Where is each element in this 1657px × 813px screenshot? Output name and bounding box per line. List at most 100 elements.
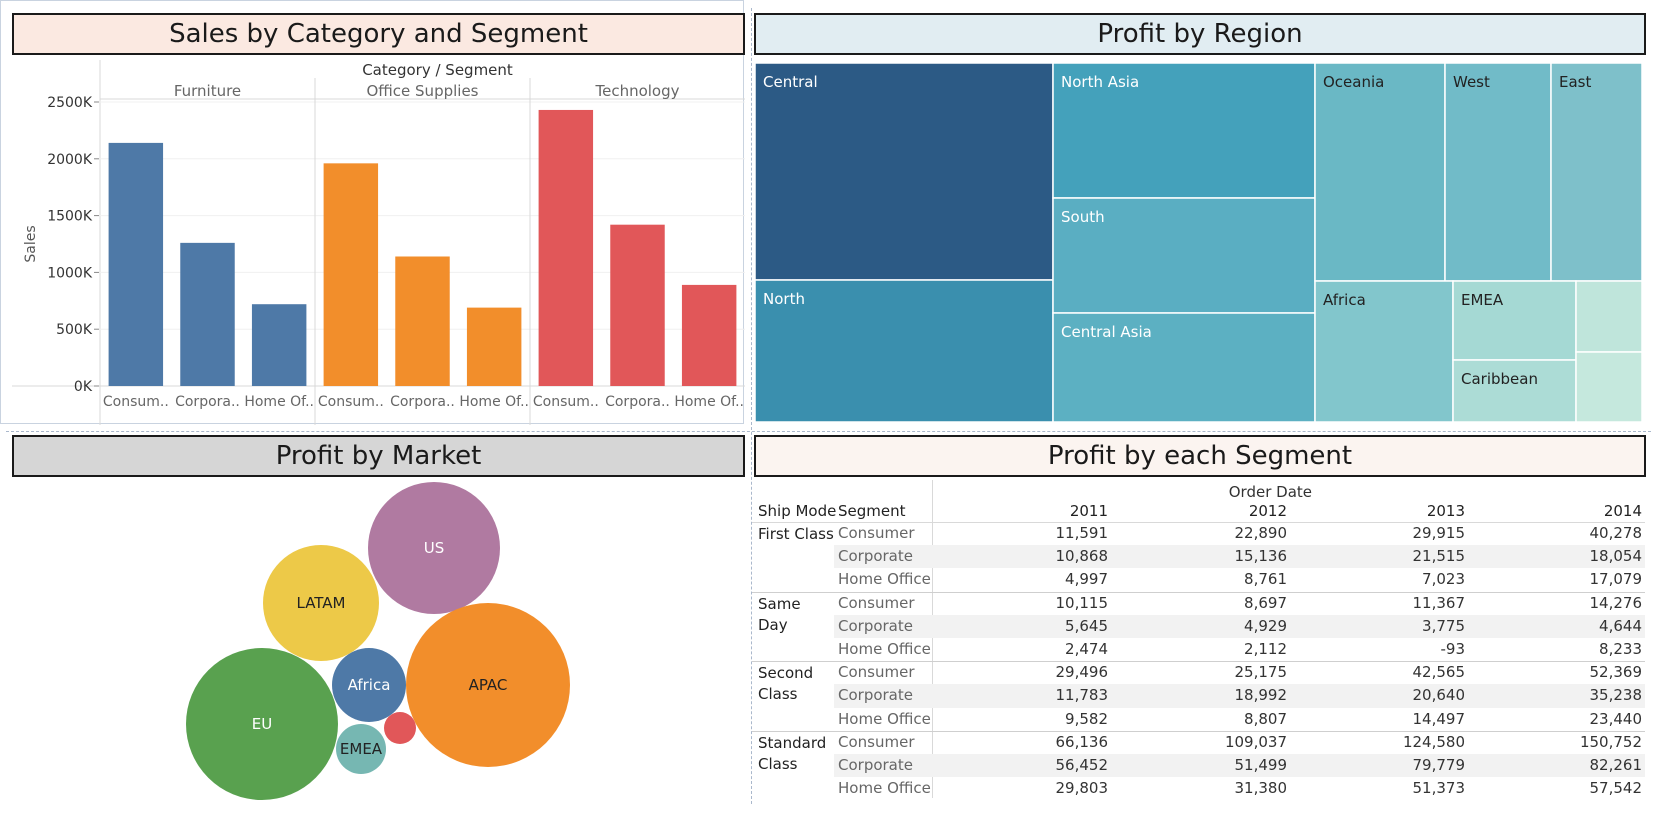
segment-label: Corporate: [838, 616, 913, 635]
ship-mode-label: Standard Class: [758, 733, 827, 773]
ship-mode-label: First Class: [758, 525, 834, 543]
segment-label: Corporate: [838, 547, 913, 566]
value-cell: 8,697: [1244, 593, 1287, 612]
value-cell: 18,054: [1589, 547, 1643, 566]
value-cell: 35,238: [1589, 686, 1643, 705]
row-band: [834, 614, 1645, 638]
value-cell: 2,112: [1244, 640, 1287, 658]
region-treemap: Central North North Asia South Central Asia O…: [754, 62, 1643, 423]
value-cell: 124,580: [1402, 732, 1465, 751]
value-cell: 8,233: [1599, 640, 1642, 658]
value-cell: 4,929: [1244, 616, 1287, 635]
value-cell: 31,380: [1234, 779, 1288, 798]
segment-label: Home Office: [838, 570, 931, 589]
ship-mode-label: Same Day: [758, 594, 801, 634]
segment-label: Consumer: [838, 732, 915, 751]
market-title: Profit by Market: [12, 435, 745, 477]
value-cell: 11,783: [1055, 686, 1109, 705]
column-header: Order Date: [1228, 483, 1312, 501]
group-separator: [752, 591, 1645, 593]
value-cell: 25,175: [1234, 663, 1288, 682]
value-cell: 17,079: [1589, 570, 1643, 589]
treemap-label: North: [763, 290, 805, 308]
group-separator: [752, 730, 1645, 732]
segment-label: Home Office: [838, 640, 931, 658]
treemap-label: Africa: [1323, 291, 1366, 309]
bubble: [384, 712, 416, 744]
value-cell: 4,644: [1599, 616, 1642, 635]
value-cell: 79,779: [1412, 756, 1466, 774]
value-cell: 18,992: [1234, 686, 1288, 705]
year-header: 2013: [1426, 502, 1465, 520]
treemap-cell: [1550, 62, 1643, 282]
segment-crosstab: Order Date Ship Mode Segment 2011 2012 2013 20…: [752, 480, 1652, 810]
value-cell: 51,373: [1412, 779, 1466, 798]
value-cell: 52,369: [1589, 663, 1643, 682]
value-cell: 56,452: [1055, 756, 1109, 774]
value-cell: 7,023: [1422, 570, 1465, 589]
value-cell: 21,515: [1412, 547, 1466, 566]
treemap-label: Caribbean: [1461, 370, 1538, 388]
value-cell: 29,496: [1055, 663, 1109, 682]
treemap-cell: [1575, 351, 1643, 423]
bubble-label: EMEA: [340, 740, 383, 758]
segment-label: Home Office: [838, 709, 931, 728]
segment-label: Home Office: [838, 779, 931, 798]
value-cell: 3,775: [1422, 616, 1465, 635]
bubble-label: LATAM: [297, 594, 346, 612]
treemap-label: Central: [763, 73, 818, 91]
value-cell: 2,474: [1065, 640, 1108, 658]
year-header: 2014: [1603, 502, 1642, 520]
value-cell: 29,803: [1055, 779, 1109, 798]
value-cell: 23,440: [1589, 709, 1643, 728]
value-cell: 15,136: [1234, 547, 1288, 566]
segment-label: Corporate: [838, 686, 913, 705]
segment-title: Profit by each Segment: [754, 435, 1646, 477]
value-cell: 14,497: [1412, 709, 1466, 728]
treemap-cell: [754, 62, 1054, 281]
bubble-label: US: [424, 539, 445, 557]
value-cell: 40,278: [1589, 524, 1643, 542]
row-header-divider: [932, 480, 933, 798]
treemap-label: North Asia: [1061, 73, 1139, 91]
segment-label: Consumer: [838, 593, 915, 612]
treemap-label: Oceania: [1323, 73, 1384, 91]
value-cell: -93: [1440, 640, 1466, 658]
value-cell: 14,276: [1589, 593, 1643, 612]
segment-label: Corporate: [838, 756, 913, 774]
group-separator: [752, 661, 1645, 663]
value-cell: 5,645: [1065, 616, 1108, 635]
value-cell: 42,565: [1412, 663, 1466, 682]
treemap-cell: [1444, 62, 1552, 282]
market-bubble-chart: US LATAM APAC EU Africa EMEA: [186, 482, 570, 800]
bubble-label: Africa: [348, 676, 391, 694]
bubble-label: APAC: [469, 676, 508, 694]
value-cell: 8,807: [1244, 709, 1287, 728]
treemap-cell: [1575, 280, 1643, 353]
treemap-label: Central Asia: [1061, 323, 1152, 341]
value-cell: 4,997: [1065, 570, 1108, 589]
segment-label: Consumer: [838, 663, 915, 682]
year-header: 2011: [1069, 502, 1108, 520]
segment-label: Consumer: [838, 524, 915, 542]
value-cell: 22,890: [1234, 524, 1288, 542]
ship-mode-label: Second Class: [758, 664, 814, 704]
treemap-label: East: [1559, 73, 1591, 91]
value-cell: 10,115: [1055, 593, 1109, 612]
bubble-label: EU: [252, 715, 272, 733]
value-cell: 57,542: [1589, 779, 1643, 798]
value-cell: 51,499: [1234, 756, 1288, 774]
value-cell: 150,752: [1579, 732, 1642, 751]
value-cell: 82,261: [1589, 756, 1643, 774]
value-cell: 66,136: [1055, 732, 1109, 751]
value-cell: 11,591: [1055, 524, 1109, 542]
value-cell: 9,582: [1065, 709, 1108, 728]
treemap-label: South: [1061, 208, 1105, 226]
header-baseline: [752, 522, 1645, 523]
treemap-cell: [1314, 62, 1446, 282]
value-cell: 10,868: [1055, 547, 1109, 566]
row-header: Ship Mode: [758, 502, 837, 520]
value-cell: 11,367: [1412, 593, 1466, 612]
value-cell: 20,640: [1412, 686, 1466, 705]
treemap-label: EMEA: [1461, 291, 1504, 309]
